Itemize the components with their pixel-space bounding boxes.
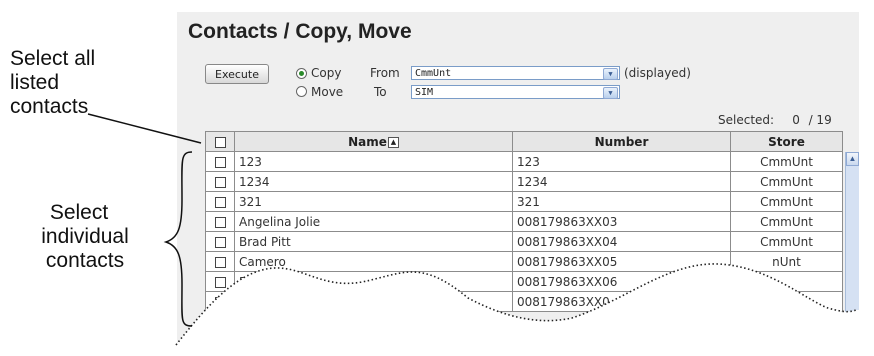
annotation-line: individual <box>41 225 129 248</box>
torn-edge-overlay <box>87 113 874 356</box>
annotation-line: Select all <box>10 47 96 70</box>
annotation-line: contacts <box>45 249 125 272</box>
annotation-line: listed <box>10 71 60 94</box>
select-individual-annotation: Select individual contacts <box>10 201 160 273</box>
select-all-annotation: Select all listed contacts <box>10 47 95 119</box>
annotation-line: contacts <box>10 95 89 118</box>
annotation-line: Select <box>49 201 109 224</box>
